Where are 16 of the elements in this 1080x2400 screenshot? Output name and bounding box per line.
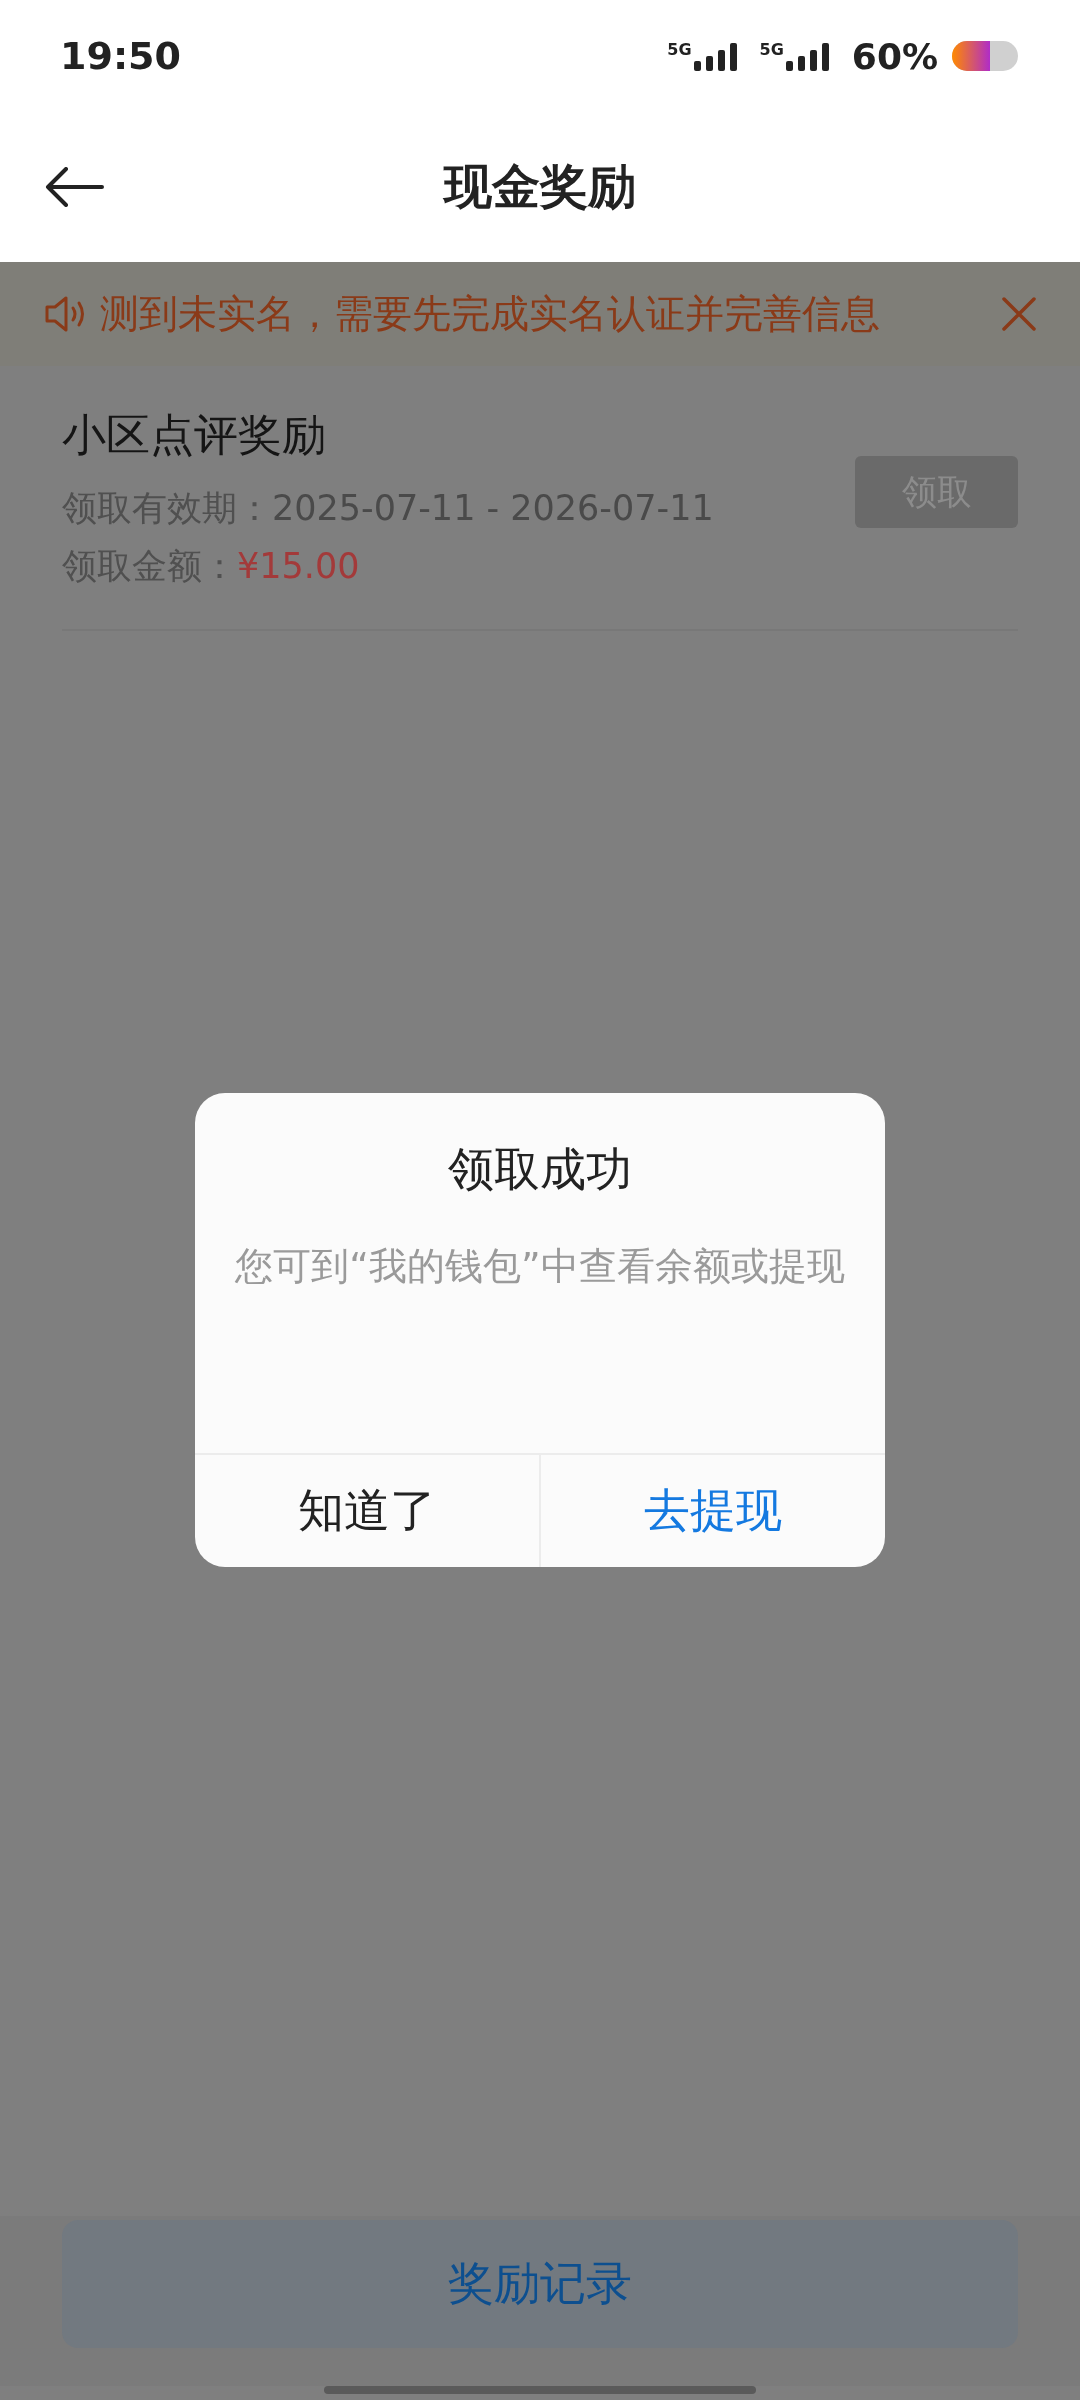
dismiss-button[interactable]: 知道了	[195, 1455, 539, 1567]
amount-value: ¥15.00	[237, 546, 360, 586]
network-label: 5G	[759, 41, 784, 59]
battery-icon	[952, 41, 1018, 71]
back-arrow-icon	[44, 167, 104, 207]
notice-text: 测到未实名，需要先完成实名认证并完善信息	[100, 290, 881, 338]
reward-title: 小区点评奖励	[62, 408, 327, 462]
close-icon	[1002, 297, 1036, 331]
dialog-message: 您可到“我的钱包”中查看余额或提现	[234, 1243, 846, 1290]
battery-percentage: 60%	[851, 35, 938, 77]
dialog-title: 领取成功	[448, 1141, 632, 1198]
back-button[interactable]	[44, 167, 104, 207]
withdraw-button[interactable]: 去提现	[539, 1455, 885, 1567]
network-label: 5G	[667, 41, 692, 59]
page-title: 现金奖励	[444, 157, 636, 216]
clock-time: 19:50	[60, 34, 181, 78]
